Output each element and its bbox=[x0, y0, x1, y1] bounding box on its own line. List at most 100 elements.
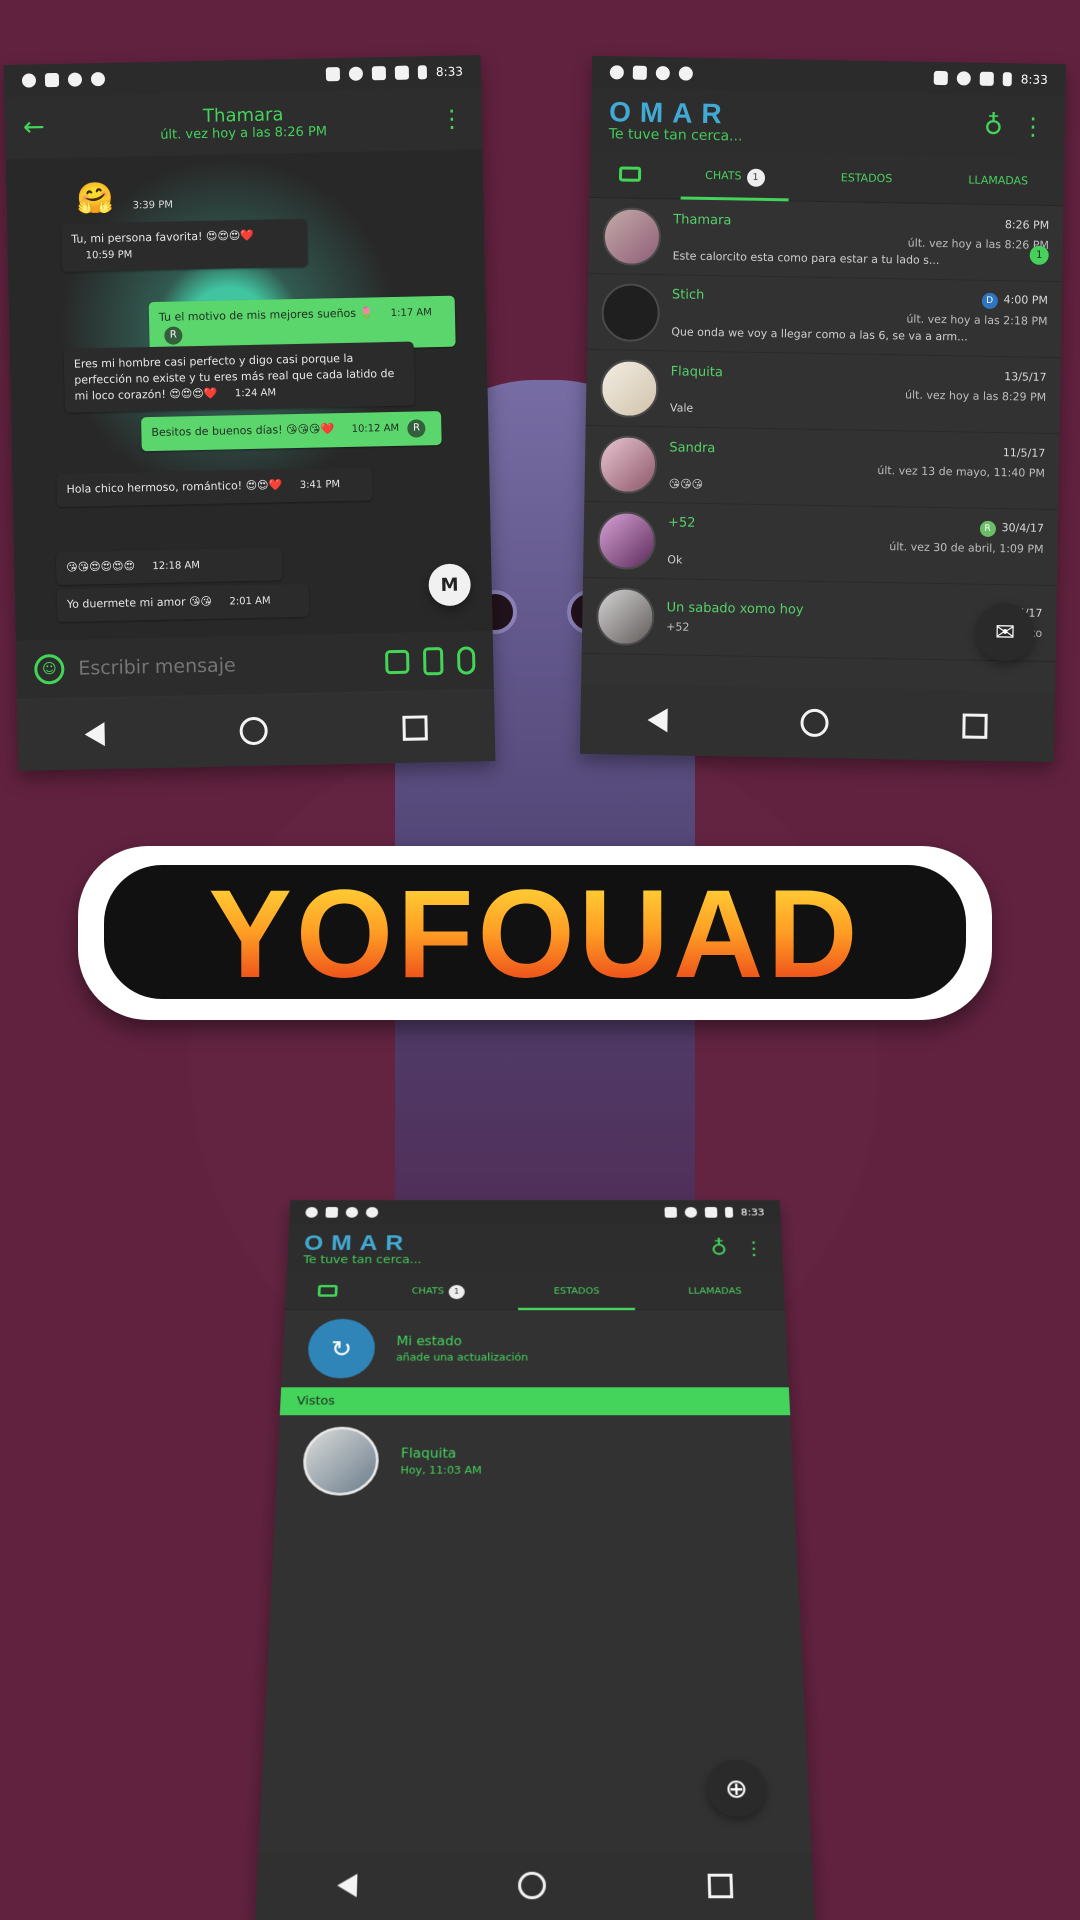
app-icon bbox=[655, 66, 670, 81]
status-time: 8:33 bbox=[740, 1207, 765, 1218]
avatar bbox=[602, 206, 662, 266]
read-mark: R bbox=[164, 325, 183, 345]
message-time: 12:18 AM bbox=[152, 560, 201, 573]
chat-preview: +52 bbox=[666, 620, 690, 634]
home-button-icon[interactable] bbox=[518, 1871, 547, 1900]
chat-row[interactable]: Flaquita 13/5/17 últ. vez hoy a las 8:29 … bbox=[585, 349, 1061, 435]
chat-time: 11/5/17 bbox=[1002, 445, 1046, 460]
camera-icon bbox=[618, 166, 641, 182]
chat-count-badge: 1 bbox=[746, 168, 765, 187]
my-status-avatar: ↻ bbox=[306, 1318, 376, 1379]
chat-row[interactable]: Thamara 8:26 PM últ. vez hoy a las 8:26 P… bbox=[588, 197, 1064, 283]
back-arrow-icon[interactable]: ← bbox=[23, 112, 45, 142]
emoji-message: 🤗 bbox=[76, 180, 115, 217]
airplane-icon bbox=[394, 65, 410, 80]
message-time: 1:24 AM bbox=[234, 387, 277, 400]
search-icon[interactable]: ♁ bbox=[984, 111, 1004, 141]
tab-states[interactable]: ESTADOS bbox=[507, 1272, 646, 1310]
emoji-icon[interactable]: ☺ bbox=[34, 653, 65, 685]
more-options-icon[interactable]: ⋮ bbox=[743, 1238, 765, 1260]
chat-name: Sandra bbox=[669, 439, 716, 456]
chat-row[interactable]: Sandra 11/5/17 últ. vez 13 de mayo, 11:40… bbox=[584, 425, 1060, 511]
app-name: OMAR bbox=[608, 96, 731, 130]
message-bubble: Hola chico hermoso, romántico! 😍😍❤️ 3:41… bbox=[56, 467, 373, 507]
settings-icon bbox=[609, 65, 624, 80]
last-seen: últ. vez hoy a las 8:26 PM bbox=[907, 235, 1050, 252]
tab-chats[interactable]: CHATS 1 bbox=[368, 1272, 507, 1310]
phone-icon[interactable] bbox=[422, 647, 444, 676]
main-tabs: CHATS 1 ESTADOS LLAMADAS bbox=[284, 1272, 786, 1311]
avatar bbox=[595, 586, 655, 646]
status-contact-name: Flaquita bbox=[400, 1445, 457, 1461]
chat-list-screen: 8:33 OMAR Te tuve tan cerca... ♁ ⋮ CHATS… bbox=[579, 55, 1067, 763]
navigation-bar bbox=[579, 683, 1056, 763]
tab-label: CHATS bbox=[411, 1285, 445, 1296]
chat-name: Flaquita bbox=[670, 363, 723, 380]
conversation-header: ← Thamara últ. vez hoy a las 8:26 PM ⋮ bbox=[4, 87, 483, 160]
message-time: 3:41 PM bbox=[299, 479, 341, 491]
recent-apps-icon[interactable] bbox=[402, 714, 428, 741]
camera-icon[interactable] bbox=[384, 649, 410, 675]
conversation-screen: 8:33 ← Thamara últ. vez hoy a las 8:26 P… bbox=[3, 55, 496, 771]
more-options-icon[interactable]: ⋮ bbox=[1021, 112, 1045, 140]
back-button-icon[interactable] bbox=[84, 722, 106, 747]
read-mark: R bbox=[979, 520, 996, 538]
chat-time: 13/5/17 bbox=[1004, 369, 1047, 384]
status-icons-left bbox=[609, 65, 693, 81]
message-composer: ☺ bbox=[15, 630, 494, 699]
message-bubble: Eres mi hombre casi perfecto y digo casi… bbox=[63, 341, 415, 414]
wifi-icon bbox=[684, 1207, 698, 1218]
tab-states[interactable]: ESTADOS bbox=[800, 153, 932, 203]
message-text: Tu el motivo de mis mejores sueños 🌷 bbox=[158, 306, 374, 324]
message-input[interactable] bbox=[78, 651, 372, 680]
my-status-title: Mi estado bbox=[396, 1334, 463, 1349]
chat-name: Un sabado xomo hoy bbox=[666, 600, 804, 618]
recent-apps-icon[interactable] bbox=[707, 1873, 734, 1898]
chat-row[interactable]: +52 R 30/4/17 últ. vez 30 de abril, 1:09 P… bbox=[583, 501, 1059, 587]
chat-count-badge: 1 bbox=[448, 1284, 465, 1299]
camera-tab[interactable] bbox=[590, 149, 670, 198]
more-options-icon[interactable]: ⋮ bbox=[440, 104, 465, 132]
cast-icon bbox=[933, 70, 948, 86]
tab-calls[interactable]: LLAMADAS bbox=[932, 155, 1064, 205]
cast-icon bbox=[325, 67, 341, 82]
avatar bbox=[599, 358, 659, 418]
microphone-icon[interactable] bbox=[456, 646, 476, 675]
home-button-icon[interactable] bbox=[800, 708, 830, 738]
cast-icon bbox=[664, 1207, 678, 1218]
youtube-icon bbox=[44, 72, 60, 88]
message-time: 10:59 PM bbox=[85, 249, 133, 262]
my-status-row[interactable]: ↻ Mi estado añade una actualización bbox=[281, 1310, 789, 1387]
youtube-icon bbox=[632, 65, 647, 80]
tab-calls[interactable]: LLAMADAS bbox=[645, 1272, 785, 1310]
battery-icon bbox=[1002, 72, 1012, 87]
message-text: Yo duermete mi amor 😘😘 bbox=[66, 594, 213, 611]
app-subtitle: Te tuve tan cerca... bbox=[303, 1253, 422, 1267]
home-button-icon[interactable] bbox=[239, 716, 268, 746]
chat-preview: Que onda we voy a llegar como a las 6, s… bbox=[671, 325, 968, 344]
brand-title: YOFOUAD bbox=[120, 860, 950, 1010]
last-seen: últ. vez hoy a las 2:18 PM bbox=[906, 312, 1048, 328]
read-mark: R bbox=[407, 419, 426, 438]
status-icons-right: 8:33 bbox=[933, 70, 1048, 87]
tab-chats[interactable]: CHATS 1 bbox=[669, 151, 801, 201]
message-text: 😘😘😍😍😍😍 bbox=[66, 559, 136, 574]
message-text: Besitos de buenos días! 😘😘😘❤️ bbox=[151, 422, 335, 440]
avatar bbox=[598, 434, 658, 494]
status-icons-left bbox=[21, 71, 106, 88]
app-name: OMAR bbox=[303, 1230, 412, 1255]
back-button-icon[interactable] bbox=[336, 1873, 358, 1898]
search-icon[interactable]: ♁ bbox=[710, 1237, 728, 1260]
viewed-status-row[interactable]: Flaquita Hoy, 11:03 AM bbox=[275, 1415, 794, 1507]
status-icons-right: 8:33 bbox=[664, 1207, 765, 1218]
message-bubble: Besitos de buenos días! 😘😘😘❤️ 10:12 AM R bbox=[141, 410, 442, 452]
message-bubble: Yo duermete mi amor 😘😘 2:01 AM bbox=[56, 583, 310, 622]
chat-name: +52 bbox=[667, 515, 696, 531]
add-status-button[interactable]: ⊕ bbox=[706, 1759, 767, 1817]
back-button-icon[interactable] bbox=[647, 707, 668, 733]
conversation-title-block[interactable]: Thamara últ. vez hoy a las 8:26 PM bbox=[160, 103, 327, 143]
tab-label: CHATS bbox=[705, 168, 742, 183]
recent-apps-icon[interactable] bbox=[962, 712, 988, 739]
chat-row[interactable]: Stich D 4:00 PM últ. vez hoy a las 2:18 PM… bbox=[586, 273, 1063, 359]
camera-tab[interactable] bbox=[285, 1272, 370, 1310]
